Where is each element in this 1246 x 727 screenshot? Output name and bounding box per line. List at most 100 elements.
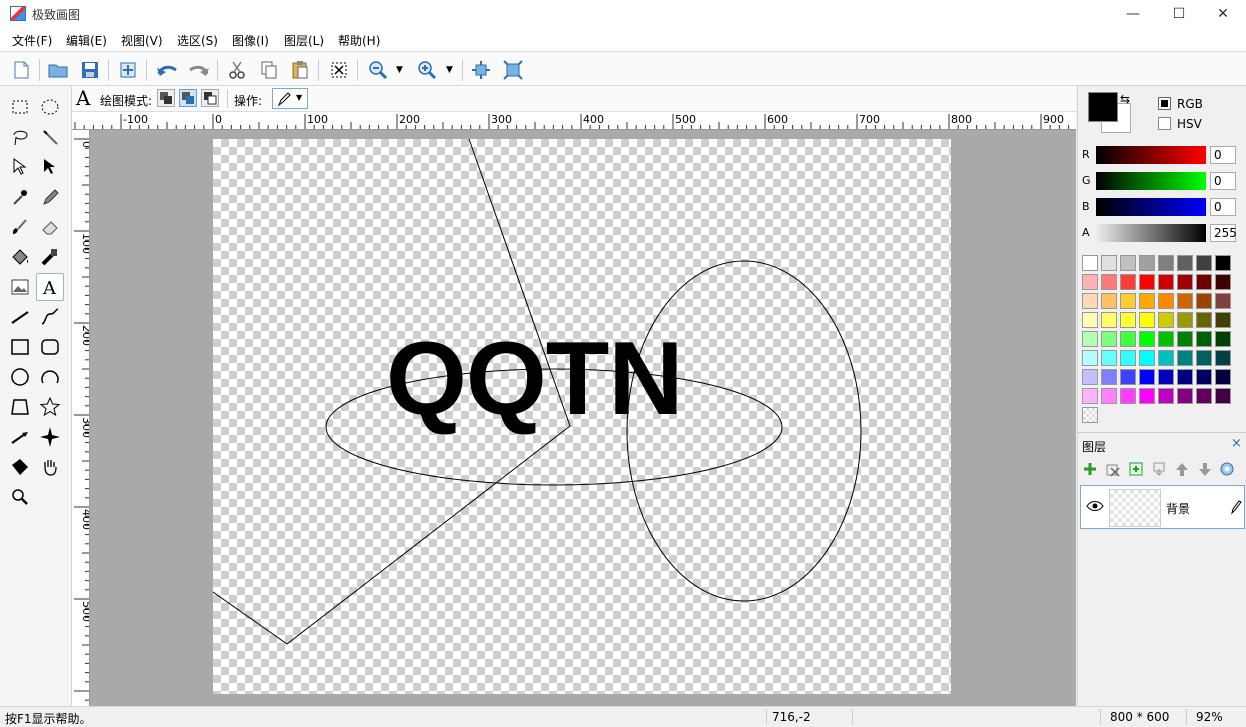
palette-swatch[interactable] bbox=[1177, 312, 1193, 328]
palette-swatch[interactable] bbox=[1215, 388, 1231, 404]
zoom-out-dropdown-icon[interactable]: ▼ bbox=[396, 65, 403, 75]
palette-swatch[interactable] bbox=[1082, 388, 1098, 404]
palette-swatch[interactable] bbox=[1158, 274, 1174, 290]
palette-swatch[interactable] bbox=[1120, 312, 1136, 328]
zoom-tool[interactable] bbox=[6, 483, 34, 511]
red-slider[interactable] bbox=[1096, 146, 1206, 164]
layer-edit-icon[interactable] bbox=[1230, 499, 1242, 518]
palette-swatch[interactable] bbox=[1139, 255, 1155, 271]
palette-swatch[interactable] bbox=[1120, 350, 1136, 366]
polygon-tool[interactable] bbox=[6, 393, 34, 421]
palette-swatch[interactable] bbox=[1158, 388, 1174, 404]
palette-swatch[interactable] bbox=[1082, 274, 1098, 290]
foreground-color-swatch[interactable] bbox=[1088, 92, 1118, 122]
palette-swatch[interactable] bbox=[1196, 312, 1212, 328]
palette-swatch[interactable] bbox=[1177, 331, 1193, 347]
move-selection-tool[interactable] bbox=[6, 153, 34, 181]
eraser-tool[interactable] bbox=[36, 213, 64, 241]
zoom-in-icon[interactable] bbox=[415, 58, 439, 82]
move-layer-up-icon[interactable] bbox=[1174, 461, 1190, 480]
pencil-tool[interactable] bbox=[36, 183, 64, 211]
palette-swatch[interactable] bbox=[1196, 388, 1212, 404]
palette-swatch[interactable] bbox=[1101, 312, 1117, 328]
line-tool[interactable] bbox=[6, 303, 34, 331]
swap-colors-icon[interactable]: ⇆ bbox=[1120, 92, 1130, 106]
minimize-button[interactable]: — bbox=[1110, 0, 1156, 28]
maximize-button[interactable]: ☐ bbox=[1156, 0, 1202, 28]
alpha-slider[interactable] bbox=[1096, 224, 1206, 242]
palette-swatch[interactable] bbox=[1158, 331, 1174, 347]
star-tool[interactable] bbox=[36, 393, 64, 421]
transparent-swatch[interactable] bbox=[1082, 407, 1098, 423]
operation-dropdown[interactable]: ▼ bbox=[272, 88, 308, 109]
palette-swatch[interactable] bbox=[1139, 369, 1155, 385]
palette-swatch[interactable] bbox=[1177, 274, 1193, 290]
palette-swatch[interactable] bbox=[1101, 255, 1117, 271]
close-button[interactable]: ✕ bbox=[1200, 0, 1246, 28]
palette-swatch[interactable] bbox=[1177, 293, 1193, 309]
palette-swatch[interactable] bbox=[1158, 255, 1174, 271]
menu-select[interactable]: 选区(S) bbox=[177, 32, 218, 49]
palette-swatch[interactable] bbox=[1101, 293, 1117, 309]
zoom-in-dropdown-icon[interactable]: ▼ bbox=[446, 65, 453, 75]
resize-icon[interactable] bbox=[116, 58, 140, 82]
arc-tool[interactable] bbox=[36, 363, 64, 391]
palette-swatch[interactable] bbox=[1082, 293, 1098, 309]
draw-mode-3-icon[interactable] bbox=[201, 89, 219, 107]
copy-icon[interactable] bbox=[257, 58, 281, 82]
stamp-tool[interactable] bbox=[36, 243, 64, 271]
blue-value[interactable]: 0 bbox=[1210, 198, 1236, 216]
move-pixels-tool[interactable] bbox=[36, 153, 64, 181]
menu-layer[interactable]: 图层(L) bbox=[284, 32, 324, 49]
hand-tool[interactable] bbox=[36, 453, 64, 481]
palette-swatch[interactable] bbox=[1196, 350, 1212, 366]
move-layer-down-icon[interactable] bbox=[1197, 461, 1213, 480]
zoom-out-icon[interactable] bbox=[366, 58, 390, 82]
draw-mode-1-icon[interactable] bbox=[157, 89, 175, 107]
palette-swatch[interactable] bbox=[1139, 274, 1155, 290]
palette-swatch[interactable] bbox=[1215, 312, 1231, 328]
palette-swatch[interactable] bbox=[1120, 274, 1136, 290]
palette-swatch[interactable] bbox=[1158, 293, 1174, 309]
redo-icon[interactable] bbox=[187, 58, 211, 82]
duplicate-layer-icon[interactable] bbox=[1128, 461, 1144, 480]
palette-swatch[interactable] bbox=[1139, 388, 1155, 404]
draw-mode-2-icon[interactable] bbox=[179, 89, 197, 107]
menu-edit[interactable]: 编辑(E) bbox=[66, 32, 107, 49]
palette-swatch[interactable] bbox=[1196, 255, 1212, 271]
layers-close-icon[interactable]: × bbox=[1231, 436, 1242, 451]
palette-swatch[interactable] bbox=[1139, 312, 1155, 328]
actual-size-icon[interactable] bbox=[501, 58, 525, 82]
fit-window-icon[interactable] bbox=[469, 58, 493, 82]
color-picker-tool[interactable] bbox=[6, 183, 34, 211]
palette-swatch[interactable] bbox=[1215, 350, 1231, 366]
palette-swatch[interactable] bbox=[1101, 369, 1117, 385]
palette-swatch[interactable] bbox=[1215, 331, 1231, 347]
text-tool[interactable]: A bbox=[36, 273, 64, 301]
green-slider[interactable] bbox=[1096, 172, 1206, 190]
palette-swatch[interactable] bbox=[1215, 293, 1231, 309]
palette-swatch[interactable] bbox=[1082, 331, 1098, 347]
palette-swatch[interactable] bbox=[1215, 274, 1231, 290]
rectangle-tool[interactable] bbox=[6, 333, 34, 361]
palette-swatch[interactable] bbox=[1196, 274, 1212, 290]
palette-swatch[interactable] bbox=[1120, 293, 1136, 309]
blue-slider[interactable] bbox=[1096, 198, 1206, 216]
palette-swatch[interactable] bbox=[1082, 255, 1098, 271]
menu-help[interactable]: 帮助(H) bbox=[338, 32, 380, 49]
curve-tool[interactable] bbox=[36, 303, 64, 331]
delete-layer-icon[interactable] bbox=[1105, 461, 1121, 480]
palette-swatch[interactable] bbox=[1139, 331, 1155, 347]
bucket-fill-tool[interactable] bbox=[6, 243, 34, 271]
palette-swatch[interactable] bbox=[1139, 293, 1155, 309]
save-icon[interactable] bbox=[78, 58, 102, 82]
green-value[interactable]: 0 bbox=[1210, 172, 1236, 190]
palette-swatch[interactable] bbox=[1158, 369, 1174, 385]
image-tool[interactable] bbox=[6, 273, 34, 301]
lasso-tool[interactable] bbox=[6, 123, 34, 151]
magic-wand-tool[interactable] bbox=[36, 123, 64, 151]
palette-swatch[interactable] bbox=[1101, 331, 1117, 347]
palette-swatch[interactable] bbox=[1177, 350, 1193, 366]
new-file-icon[interactable] bbox=[9, 58, 33, 82]
sparkle-tool[interactable] bbox=[36, 423, 64, 451]
